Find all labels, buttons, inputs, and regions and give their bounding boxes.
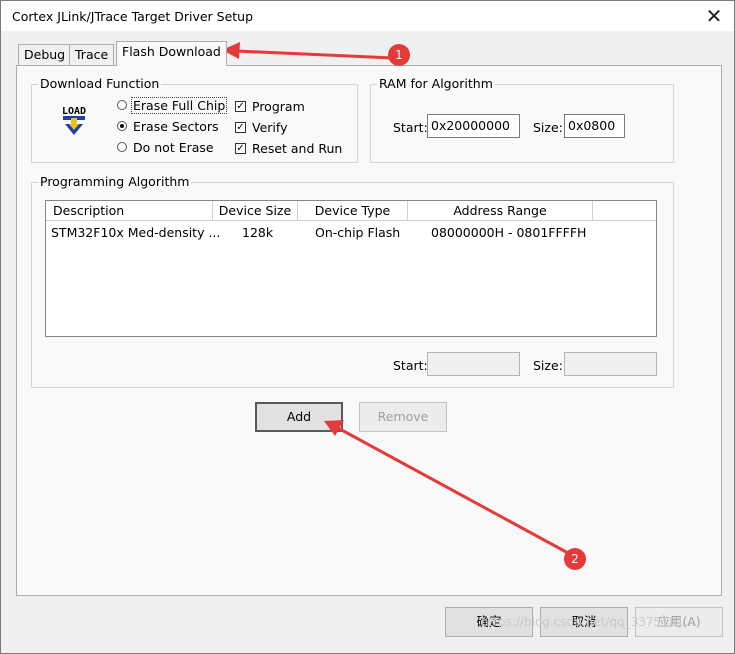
- arrow-one-line: [235, 49, 393, 60]
- annotation-arrows: [222, 42, 569, 555]
- annotation-marker-2: 2: [564, 548, 586, 570]
- tab-flash-download[interactable]: Flash Download: [116, 41, 227, 66]
- tab-label: Flash Download: [122, 44, 221, 59]
- annotation-marker-1: 1: [388, 44, 410, 66]
- arrow-two-line: [337, 426, 569, 555]
